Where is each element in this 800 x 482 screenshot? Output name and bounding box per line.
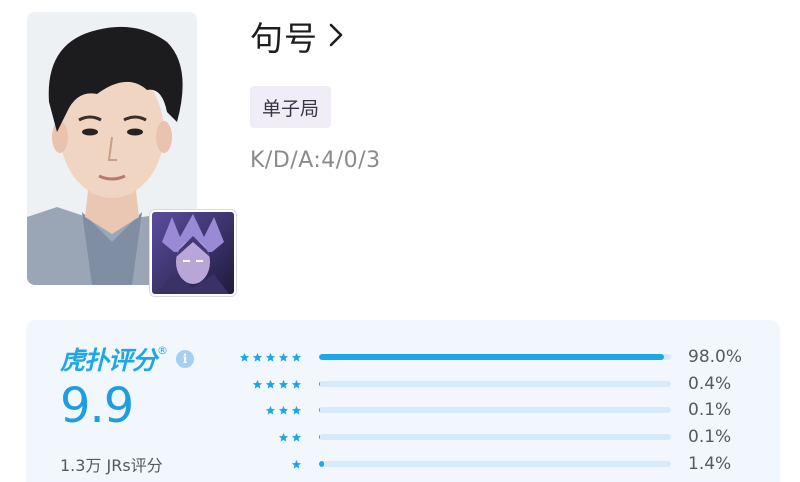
rating-score: 9.9 [60,378,134,434]
rating-count: 1.3万 JRs评分 [60,456,163,475]
star-icon [265,379,276,390]
star-icon [291,405,302,416]
chevron-right-icon [328,17,344,56]
rating-bar-fill [319,354,664,360]
rating-bar-track [319,381,671,387]
rating-bar-fill [319,461,324,467]
rating-row-4-star: 0.4% [220,374,760,394]
star-icon [278,352,289,363]
rating-brand: 虎扑评分 ® i [60,341,195,377]
star-icon [278,432,289,443]
rating-percent: 1.4% [688,454,732,474]
rating-row-3-star: 0.1% [220,400,760,420]
rating-row-1-star: 1.4% [220,454,760,474]
star-icon [239,352,250,363]
star-icon [291,379,302,390]
star-icon [291,352,302,363]
info-icon[interactable]: i [176,350,195,368]
rating-bar-track [319,354,671,360]
hero-thumbnail[interactable] [150,210,236,296]
star-group [265,400,302,420]
role-tag: 单子局 [250,86,332,128]
rating-bar-track [319,434,671,440]
star-icon [291,432,302,443]
star-icon [265,405,276,416]
star-icon [278,379,289,390]
rating-percent: 0.1% [688,400,732,420]
rating-bar-fill [319,434,320,440]
star-icon [291,459,302,470]
rating-bar-fill [319,407,320,413]
star-icon [252,352,263,363]
star-icon [265,352,276,363]
star-icon [278,405,289,416]
rating-percent: 0.1% [688,427,732,447]
rating-row-2-star: 0.1% [220,427,760,447]
star-group [278,427,302,447]
rating-bar-track [319,461,671,467]
rating-percent: 0.4% [688,374,732,394]
star-icon [252,379,263,390]
kda-stat: K/D/A:4/0/3 [250,148,381,173]
star-group [239,347,302,367]
rating-row-5-star: 98.0% [220,347,760,367]
player-name-link[interactable]: 句号 [250,12,344,60]
registered-mark: ® [157,343,169,357]
brand-logo-text: 虎扑评分 [60,346,157,375]
rating-bar-track [319,407,671,413]
rating-percent: 98.0% [688,347,743,367]
player-name: 句号 [250,19,318,58]
rating-bar-fill [319,381,321,387]
star-group [291,454,302,474]
star-group [252,374,302,394]
